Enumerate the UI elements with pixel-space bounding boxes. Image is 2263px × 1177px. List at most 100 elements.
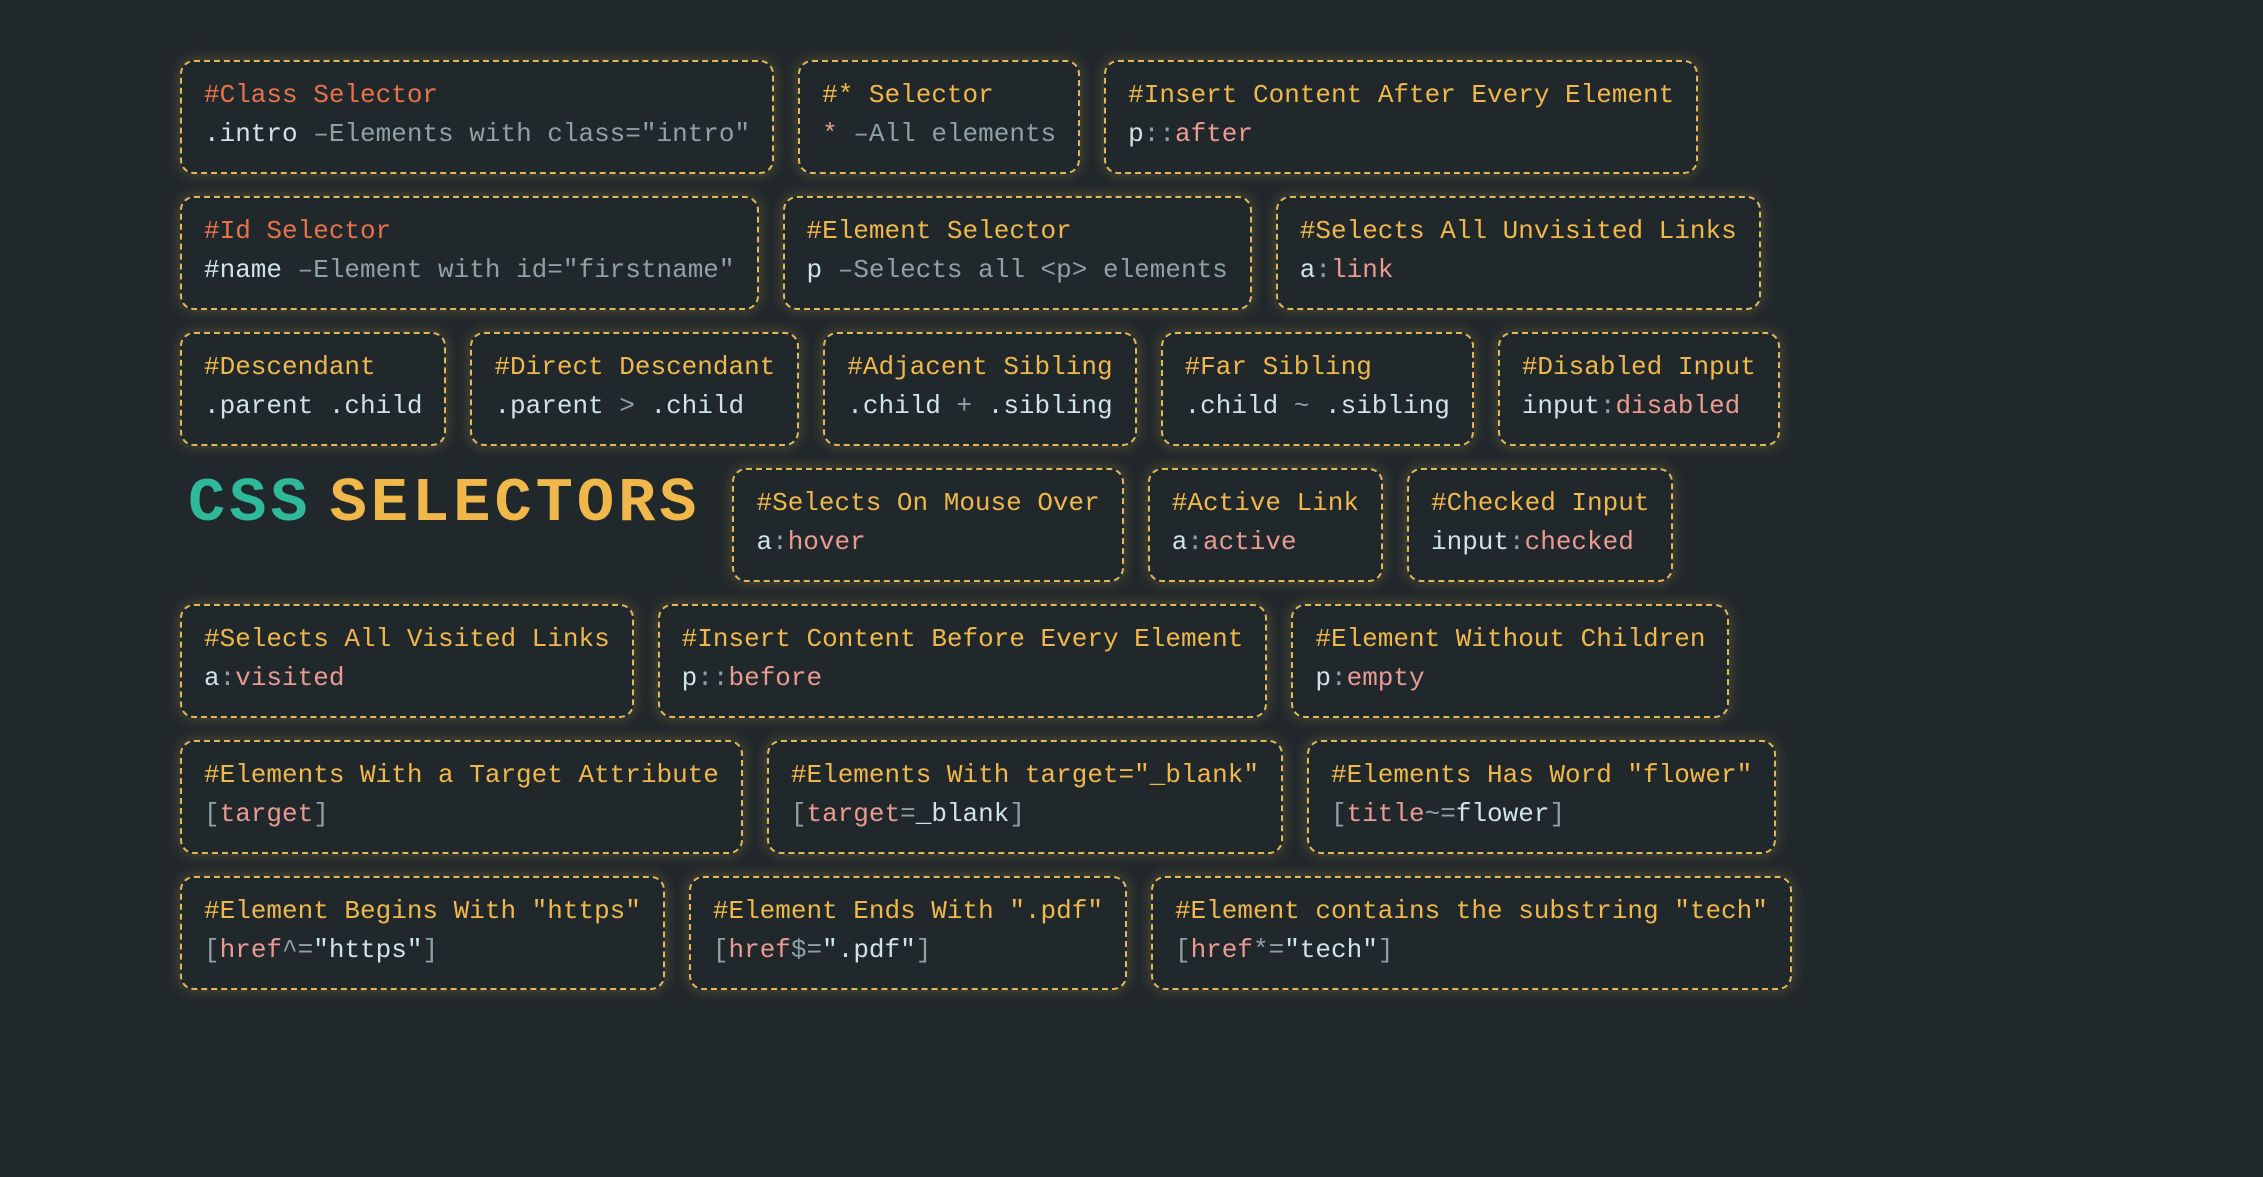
- code-segment: target: [807, 799, 901, 829]
- card-title: #* Selector: [822, 76, 1056, 115]
- code-segment: $=: [791, 935, 822, 965]
- code-segment: #name: [204, 255, 282, 285]
- selector-row: #Class Selector.intro –Elements with cla…: [180, 60, 2083, 174]
- selector-card: #Element Ends With ".pdf"[href$=".pdf"]: [689, 876, 1127, 990]
- selector-row: #Id Selector#name –Element with id="firs…: [180, 196, 2083, 310]
- code-segment: [: [204, 935, 220, 965]
- code-segment: :: [1187, 527, 1203, 557]
- code-segment: :: [772, 527, 788, 557]
- selector-card: #Class Selector.intro –Elements with cla…: [180, 60, 774, 174]
- code-segment: ]: [313, 799, 329, 829]
- card-body: .parent > .child: [494, 387, 775, 426]
- code-segment: –Selects all <p> elements: [838, 255, 1228, 285]
- code-segment: checked: [1525, 527, 1634, 557]
- code-segment: ]: [1378, 935, 1394, 965]
- code-segment: p: [807, 255, 823, 285]
- card-title: #Element Without Children: [1315, 620, 1705, 659]
- card-body: p::after: [1128, 115, 1674, 154]
- card-body: [target=_blank]: [791, 795, 1259, 834]
- code-segment: flower: [1456, 799, 1550, 829]
- card-body: [href$=".pdf"]: [713, 931, 1103, 970]
- card-title: #Active Link: [1172, 484, 1359, 523]
- selector-row: #Selects All Visited Links a: visited #Inse…: [180, 604, 2083, 718]
- code-segment: .child: [847, 391, 956, 421]
- code-segment: .parent: [494, 391, 619, 421]
- card-body: p::before: [682, 659, 1244, 698]
- code-segment: .child: [635, 391, 744, 421]
- card-title: #Element Selector: [807, 212, 1228, 251]
- code-segment: :: [1600, 391, 1616, 421]
- card-title: #Id Selector: [204, 212, 735, 251]
- code-segment: empty: [1347, 663, 1425, 693]
- card-body: [href*="tech"]: [1175, 931, 1768, 970]
- code-segment: "tech": [1284, 935, 1378, 965]
- card-title: #Selects All Visited Links: [204, 620, 610, 659]
- card-body: a:hover: [756, 523, 1099, 562]
- code-segment: [: [1175, 935, 1191, 965]
- hero-title: CSSSELECTORS: [180, 468, 708, 539]
- selector-card: #Active Linka:active: [1148, 468, 1383, 582]
- card-title: #Insert Content Before Every Element: [682, 620, 1244, 659]
- selector-card: #Selects All Visited Linksa:visited: [180, 604, 634, 718]
- code-segment: .sibling: [1309, 391, 1449, 421]
- card-title: #Direct Descendant: [494, 348, 775, 387]
- code-segment: disabled: [1615, 391, 1740, 421]
- code-segment: ::: [1144, 119, 1175, 149]
- code-segment: :: [1509, 527, 1525, 557]
- selector-card: #Selects All Unvisited Linksa:link: [1276, 196, 1761, 310]
- code-segment: a: [204, 663, 220, 693]
- hero-selectors: SELECTORS: [330, 468, 701, 539]
- code-segment: >: [619, 391, 635, 421]
- code-segment: _blank: [916, 799, 1010, 829]
- code-segment: [: [791, 799, 807, 829]
- selector-card: #* Selector* –All elements: [798, 60, 1080, 174]
- selector-card: #Disabled Inputinput:disabled: [1498, 332, 1780, 446]
- code-segment: ]: [422, 935, 438, 965]
- selector-card: #Element Selector p –Selects all <p> elem…: [783, 196, 1252, 310]
- card-body: .child ~ .sibling: [1185, 387, 1450, 426]
- selector-row: #Elements With a Target Attribute[target…: [180, 740, 2083, 854]
- code-segment: [298, 119, 314, 149]
- code-segment: a: [756, 527, 772, 557]
- code-segment: –All elements: [853, 119, 1056, 149]
- code-segment: –Element with id="firstname": [298, 255, 735, 285]
- card-body: a:active: [1172, 523, 1359, 562]
- card-title: #Element Ends With ".pdf": [713, 892, 1103, 931]
- card-title: #Selects All Unvisited Links: [1300, 212, 1737, 251]
- code-segment: [: [1331, 799, 1347, 829]
- code-segment: target: [220, 799, 314, 829]
- code-segment: ::: [697, 663, 728, 693]
- card-title: #Element contains the substring "tech": [1175, 892, 1768, 931]
- code-segment: :: [1331, 663, 1347, 693]
- code-segment: link: [1331, 255, 1393, 285]
- card-title: #Insert Content After Every Element: [1128, 76, 1674, 115]
- card-title: #Element Begins With "https": [204, 892, 641, 931]
- code-segment: href: [220, 935, 282, 965]
- selector-card: #Elements With target="_blank"[target=_b…: [767, 740, 1283, 854]
- card-title: #Elements With a Target Attribute: [204, 756, 719, 795]
- selector-card: #Elements With a Target Attribute [target…: [180, 740, 743, 854]
- code-segment: .sibling: [972, 391, 1112, 421]
- card-body: .intro –Elements with class="intro": [204, 115, 750, 154]
- selector-card: #Insert Content Before Every Elementp::b…: [658, 604, 1268, 718]
- code-segment: *=: [1253, 935, 1284, 965]
- code-segment: p: [1128, 119, 1144, 149]
- selector-card: #Checked Inputinput:checked: [1407, 468, 1673, 582]
- code-segment: [: [204, 799, 220, 829]
- code-segment: :: [1315, 255, 1331, 285]
- code-segment: active: [1203, 527, 1297, 557]
- code-segment: ".pdf": [822, 935, 916, 965]
- card-body: #name –Element with id="firstname": [204, 251, 735, 290]
- code-segment: [282, 255, 298, 285]
- code-segment: ~: [1294, 391, 1310, 421]
- code-segment: ]: [1009, 799, 1025, 829]
- code-segment: input: [1522, 391, 1600, 421]
- code-segment: visited: [235, 663, 344, 693]
- selector-card: #Far Sibling.child ~ .sibling: [1161, 332, 1474, 446]
- selector-row: #Element Begins With "https"[href^="http…: [180, 876, 2083, 990]
- selector-card: #Descendant.parent .child: [180, 332, 446, 446]
- selector-card: #Element Without Childrenp:empty: [1291, 604, 1729, 718]
- code-segment: after: [1175, 119, 1253, 149]
- code-segment: [838, 119, 854, 149]
- card-body: input:checked: [1431, 523, 1649, 562]
